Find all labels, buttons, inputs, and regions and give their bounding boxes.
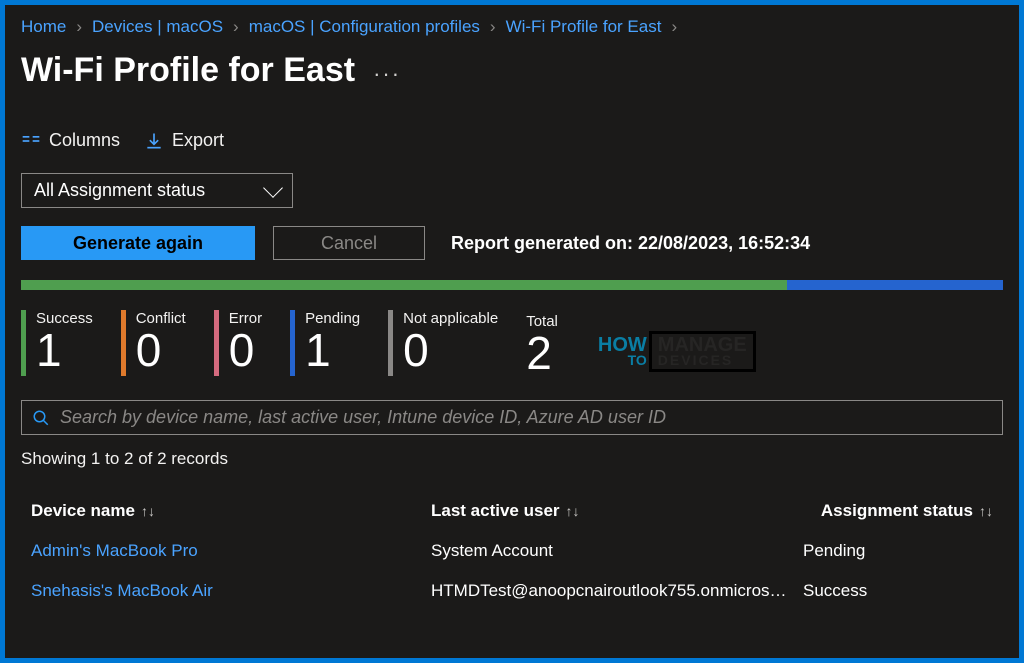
report-generated-timestamp: Report generated on: 22/08/2023, 16:52:3… bbox=[451, 233, 810, 254]
records-count-text: Showing 1 to 2 of 2 records bbox=[21, 449, 1003, 469]
stat-not-applicable[interactable]: Not applicable 0 bbox=[388, 310, 498, 376]
stat-success[interactable]: Success 1 bbox=[21, 310, 93, 376]
export-label: Export bbox=[172, 130, 224, 151]
stat-value: 2 bbox=[526, 330, 558, 376]
device-link[interactable]: Snehasis's MacBook Air bbox=[31, 581, 213, 600]
progress-segment-pending bbox=[787, 280, 1003, 290]
stat-pending[interactable]: Pending 1 bbox=[290, 310, 360, 376]
columns-label: Columns bbox=[49, 130, 120, 151]
column-header-status[interactable]: Assignment status ↑↓ bbox=[803, 501, 993, 521]
column-header-user[interactable]: Last active user ↑↓ bbox=[431, 501, 803, 521]
stat-bar-icon bbox=[214, 310, 219, 376]
breadcrumb-wifi-profile[interactable]: Wi-Fi Profile for East bbox=[506, 17, 662, 37]
device-link[interactable]: Admin's MacBook Pro bbox=[31, 541, 198, 560]
columns-icon bbox=[21, 131, 41, 151]
cancel-button[interactable]: Cancel bbox=[273, 226, 425, 260]
cell-user: System Account bbox=[431, 541, 803, 561]
stat-total[interactable]: Total 2 bbox=[526, 313, 558, 376]
column-header-device[interactable]: Device name ↑↓ bbox=[31, 501, 431, 521]
stat-value: 0 bbox=[136, 327, 186, 373]
stat-bar-icon bbox=[21, 310, 26, 376]
cell-status: Pending bbox=[803, 541, 993, 561]
results-table: Device name ↑↓ Last active user ↑↓ Assig… bbox=[21, 491, 1003, 611]
generate-again-button[interactable]: Generate again bbox=[21, 226, 255, 260]
table-header: Device name ↑↓ Last active user ↑↓ Assig… bbox=[21, 491, 1003, 531]
column-label: Last active user bbox=[431, 501, 560, 521]
table-row[interactable]: Snehasis's MacBook Air HTMDTest@anoopcna… bbox=[21, 571, 1003, 611]
search-field-wrapper[interactable] bbox=[21, 400, 1003, 435]
chevron-right-icon: › bbox=[490, 17, 496, 37]
progress-segment-success bbox=[21, 280, 787, 290]
more-options-icon[interactable]: ··· bbox=[373, 61, 401, 87]
stat-conflict[interactable]: Conflict 0 bbox=[121, 310, 186, 376]
stat-value: 0 bbox=[403, 327, 498, 373]
chevron-right-icon: › bbox=[76, 17, 82, 37]
breadcrumb-home[interactable]: Home bbox=[21, 17, 66, 37]
sort-icon: ↑↓ bbox=[979, 503, 993, 519]
watermark-logo: HOW TO MANAGE DEVICES bbox=[598, 331, 756, 372]
chevron-right-icon: › bbox=[671, 17, 677, 37]
breadcrumb-config-profiles[interactable]: macOS | Configuration profiles bbox=[249, 17, 480, 37]
stat-value: 1 bbox=[305, 327, 360, 373]
chevron-right-icon: › bbox=[233, 17, 239, 37]
status-summary: Success 1 Conflict 0 Error 0 Pending 1 N… bbox=[21, 310, 1003, 376]
chevron-down-icon bbox=[263, 178, 283, 198]
export-button[interactable]: Export bbox=[144, 130, 224, 151]
stat-value: 0 bbox=[229, 327, 262, 373]
toolbar: Columns Export bbox=[21, 130, 1003, 151]
stat-error[interactable]: Error 0 bbox=[214, 310, 262, 376]
status-progress-bar bbox=[21, 280, 1003, 290]
breadcrumb-devices-macos[interactable]: Devices | macOS bbox=[92, 17, 223, 37]
breadcrumb: Home › Devices | macOS › macOS | Configu… bbox=[21, 17, 1003, 37]
page-title: Wi-Fi Profile for East bbox=[21, 51, 355, 90]
table-row[interactable]: Admin's MacBook Pro System Account Pendi… bbox=[21, 531, 1003, 571]
sort-icon: ↑↓ bbox=[141, 503, 155, 519]
cell-status: Success bbox=[803, 581, 993, 601]
watermark-left: HOW TO bbox=[598, 336, 647, 367]
column-label: Device name bbox=[31, 501, 135, 521]
cell-user: HTMDTest@anoopcnairoutlook755.onmicrosof… bbox=[431, 581, 803, 601]
sort-icon: ↑↓ bbox=[566, 503, 580, 519]
download-icon bbox=[144, 131, 164, 151]
stat-value: 1 bbox=[36, 327, 93, 373]
filter-selected-value: All Assignment status bbox=[34, 180, 205, 201]
stat-bar-icon bbox=[388, 310, 393, 376]
search-icon bbox=[32, 409, 50, 427]
columns-button[interactable]: Columns bbox=[21, 130, 120, 151]
search-input[interactable] bbox=[60, 407, 992, 428]
watermark-right: MANAGE DEVICES bbox=[649, 331, 756, 372]
stat-bar-icon bbox=[121, 310, 126, 376]
assignment-status-filter[interactable]: All Assignment status bbox=[21, 173, 293, 208]
stat-bar-icon bbox=[290, 310, 295, 376]
column-label: Assignment status bbox=[821, 501, 973, 521]
